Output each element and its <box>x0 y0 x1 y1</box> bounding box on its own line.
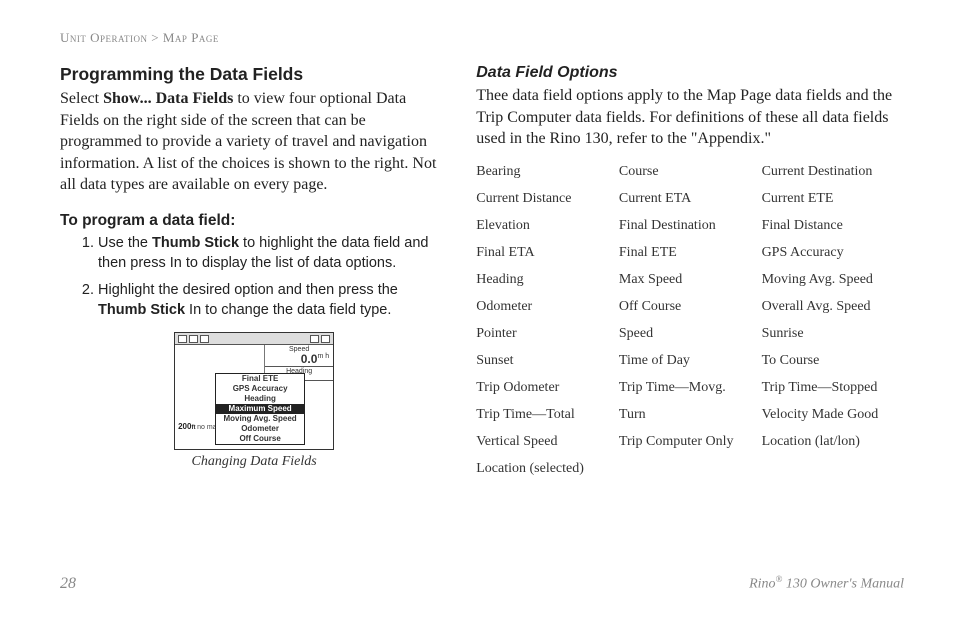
breadcrumb-page: Map Page <box>163 30 219 45</box>
option-item: Current Distance <box>476 191 613 207</box>
step-1: Use the Thumb Stick to highlight the dat… <box>98 234 448 273</box>
topbar-icon <box>189 335 198 343</box>
option-item: Current ETE <box>762 191 899 207</box>
option-item: Final ETE <box>619 245 756 261</box>
option-item: Off Course <box>619 299 756 315</box>
option-item: Heading <box>476 272 613 288</box>
option-item: Turn <box>619 407 756 423</box>
menu-item-selected: Maximum Speed <box>216 404 304 414</box>
option-item: Location (selected) <box>476 461 613 477</box>
option-item: Sunset <box>476 353 613 369</box>
option-item: Max Speed <box>619 272 756 288</box>
option-item: Current ETA <box>619 191 756 207</box>
option-item: To Course <box>762 353 899 369</box>
option-item: Odometer <box>476 299 613 315</box>
topbar-icon <box>178 335 187 343</box>
manual-title: Rino® 130 Owner's Manual <box>749 574 904 593</box>
menu-item: Moving Avg. Speed <box>216 414 304 424</box>
page-number: 28 <box>60 575 76 593</box>
intro-bold: Show... Data Fields <box>103 90 233 107</box>
option-item: Sunrise <box>762 326 899 342</box>
option-item: Trip Time—Movg. <box>619 380 756 396</box>
data-field-menu: Final ETE GPS Accuracy Heading Maximum S… <box>215 373 305 445</box>
options-description: Thee data field options apply to the Map… <box>476 85 898 150</box>
section-heading: Programming the Data Fields <box>60 64 448 85</box>
option-item: Current Destination <box>762 164 899 180</box>
procedure-heading: To program a data field: <box>60 212 448 230</box>
option-item: Bearing <box>476 164 613 180</box>
step-text: In to change the data field type. <box>185 302 391 318</box>
option-item: Moving Avg. Speed <box>762 272 899 288</box>
procedure-list: Use the Thumb Stick to highlight the dat… <box>60 234 448 320</box>
step-text: Use the <box>98 235 152 251</box>
options-table: Bearing Course Current Destination Curre… <box>476 164 898 477</box>
option-item: GPS Accuracy <box>762 245 899 261</box>
option-item: Elevation <box>476 218 613 234</box>
option-item: Trip Computer Only <box>619 434 756 450</box>
menu-item: Off Course <box>216 434 304 444</box>
option-item: Velocity Made Good <box>762 407 899 423</box>
option-item: Overall Avg. Speed <box>762 299 899 315</box>
speed-value: 0.0m h <box>265 353 333 367</box>
figure-caption: Changing Data Fields <box>60 454 448 470</box>
step-2: Highlight the desired option and then pr… <box>98 281 448 320</box>
menu-item: GPS Accuracy <box>216 384 304 394</box>
breadcrumb-section: Unit Operation <box>60 30 148 45</box>
option-item: Final Distance <box>762 218 899 234</box>
intro-text: Select <box>60 90 103 107</box>
menu-item: Heading <box>216 394 304 404</box>
option-item: Location (lat/lon) <box>762 434 899 450</box>
option-item: Course <box>619 164 756 180</box>
device-screenshot: 200ft no map Speed 0.0m h Heading Final … <box>174 332 334 450</box>
menu-item: Final ETE <box>216 374 304 384</box>
option-item: Time of Day <box>619 353 756 369</box>
option-item: Pointer <box>476 326 613 342</box>
step-text: Highlight the desired option and then pr… <box>98 282 398 298</box>
options-heading: Data Field Options <box>476 64 898 82</box>
topbar-icon <box>321 335 330 343</box>
option-item: Trip Odometer <box>476 380 613 396</box>
section-intro: Select Show... Data Fields to view four … <box>60 88 448 196</box>
option-item: Speed <box>619 326 756 342</box>
menu-item: Odometer <box>216 424 304 434</box>
option-item: Trip Time—Stopped <box>762 380 899 396</box>
breadcrumb: Unit Operation > Map Page <box>60 30 904 46</box>
breadcrumb-separator: > <box>151 30 159 45</box>
option-item: Vertical Speed <box>476 434 613 450</box>
option-item: Final Destination <box>619 218 756 234</box>
step-bold: Thumb Stick <box>152 235 239 251</box>
topbar-icon <box>310 335 319 343</box>
screenshot-topbar <box>175 333 333 345</box>
topbar-icon <box>200 335 209 343</box>
option-item: Trip Time—Total <box>476 407 613 423</box>
step-bold: Thumb Stick <box>98 302 185 318</box>
option-item: Final ETA <box>476 245 613 261</box>
map-scale: 200ft <box>178 422 195 431</box>
